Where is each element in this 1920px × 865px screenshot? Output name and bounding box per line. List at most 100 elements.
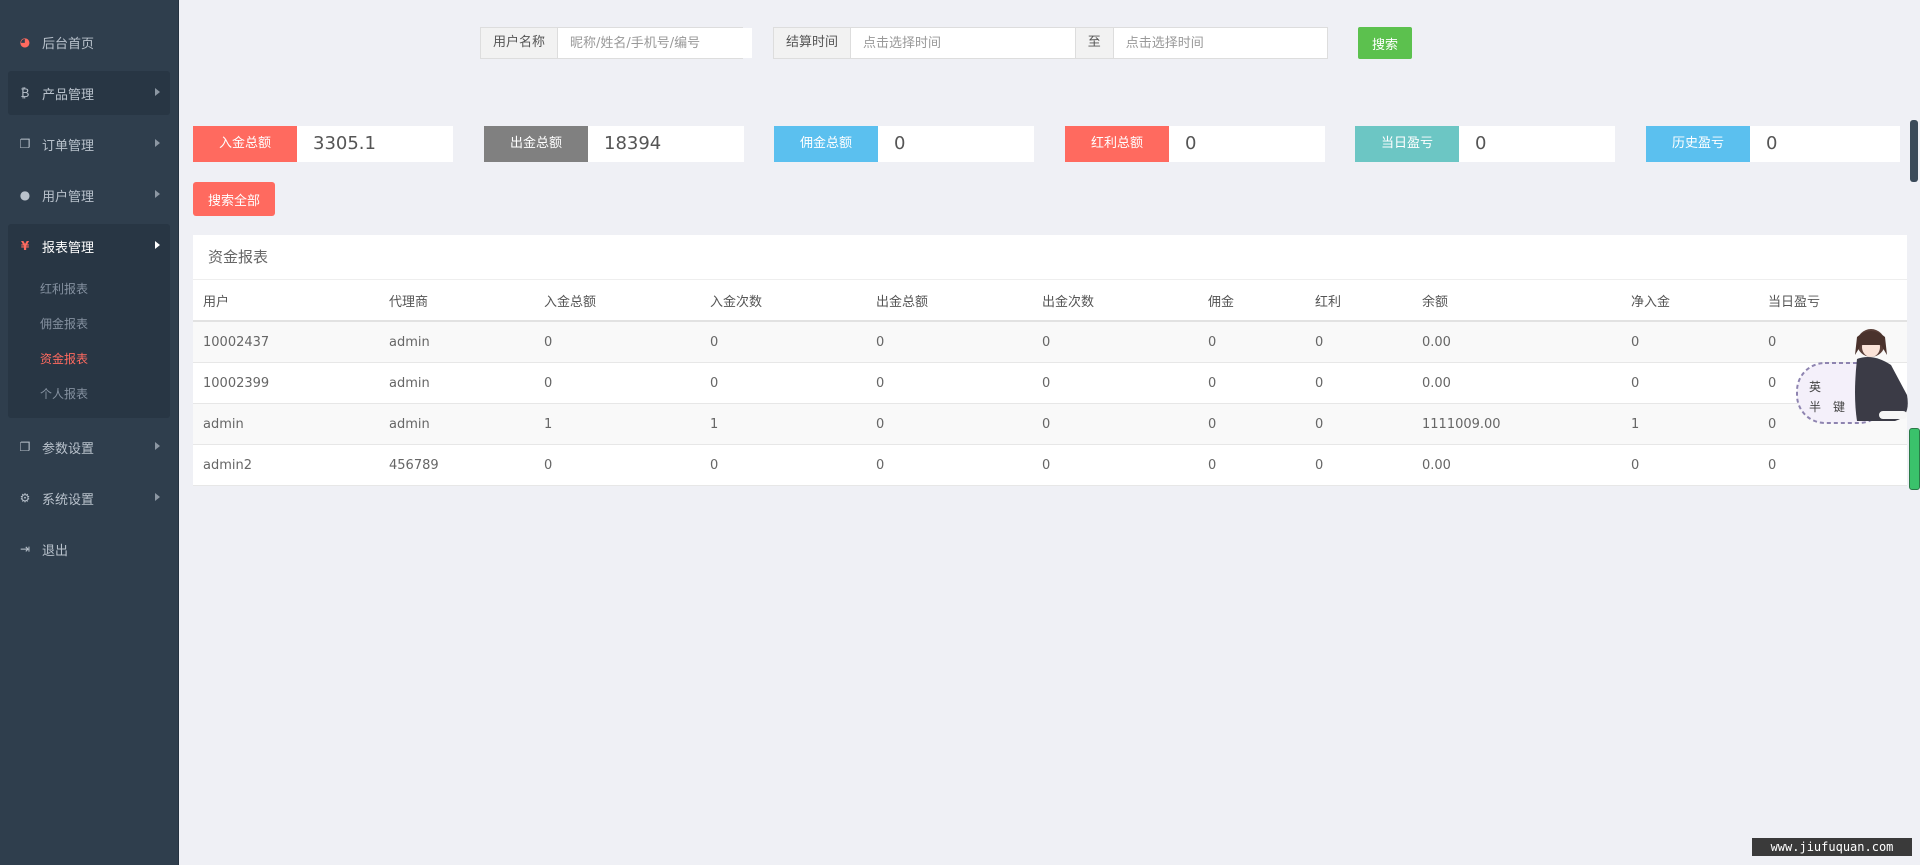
sidebar-item-logout[interactable]: ⇥ 退出 — [8, 527, 170, 571]
table-cell: 0 — [1305, 362, 1412, 404]
table-row: admin admin 1 1 0 0 0 0 1111009.00 1 0 — [193, 403, 1907, 445]
table-cell: 0 — [1305, 321, 1412, 363]
search-button[interactable]: 搜索 — [1358, 27, 1412, 59]
gears-icon: ⚙ — [19, 491, 31, 505]
table-cell: 0 — [866, 403, 1032, 445]
dashboard-icon: ◕ — [19, 35, 31, 49]
table-cell: 0.00 — [1412, 362, 1621, 404]
sidebar-item-users[interactable]: ● 用户管理 — [8, 173, 170, 217]
mascot-char: 半 — [1809, 400, 1821, 414]
table-cell: 1111009.00 — [1412, 403, 1621, 445]
search-all-button[interactable]: 搜索全部 — [193, 182, 275, 216]
column-header: 代理商 — [379, 280, 534, 322]
table-cell: 10002399 — [193, 362, 379, 404]
table-cell: 0 — [1758, 444, 1907, 486]
bitcoin-icon: ₿ — [20, 86, 30, 100]
table-row: 10002437 admin 0 0 0 0 0 0 0.00 0 0 — [193, 321, 1907, 363]
sidebar-item-label: 报表管理 — [42, 240, 95, 256]
username-label: 用户名称 — [481, 28, 559, 58]
table-cell: 0 — [1621, 362, 1758, 404]
column-header: 净入金 — [1621, 280, 1758, 322]
table-cell: 0 — [700, 321, 866, 363]
column-header: 余额 — [1412, 280, 1621, 322]
stat-commission-total: 佣金总额 0 — [774, 126, 1034, 162]
scroll-indicator[interactable] — [1909, 428, 1920, 490]
caret-right-icon — [155, 190, 160, 198]
caret-right-icon — [155, 442, 160, 450]
stat-value: 0 — [1169, 126, 1325, 162]
panel-title: 资金报表 — [193, 235, 1907, 280]
reports-submenu: 红利报表 佣金报表 资金报表 个人报表 — [8, 268, 170, 418]
stat-bonus-total: 红利总额 0 — [1065, 126, 1325, 162]
table-cell: 456789 — [379, 444, 534, 486]
table-cell: 1 — [1621, 403, 1758, 445]
to-label: 至 — [1074, 28, 1114, 58]
sidebar-item-label: 产品管理 — [42, 87, 95, 103]
table-cell: 10002437 — [193, 321, 379, 363]
scrollbar-handle[interactable] — [1910, 120, 1918, 182]
stat-value: 18394 — [588, 126, 744, 162]
sidebar-item-products[interactable]: ₿ 产品管理 — [8, 71, 170, 115]
table-cell: 0 — [1198, 362, 1305, 404]
table-cell: 0 — [866, 444, 1032, 486]
table-cell: 0 — [534, 444, 700, 486]
table-cell: 1 — [700, 403, 866, 445]
table-cell: 0.00 — [1412, 444, 1621, 486]
table-cell: 0 — [866, 362, 1032, 404]
caret-right-icon — [155, 241, 160, 249]
table-cell: 0 — [866, 321, 1032, 363]
sidebar-item-reports[interactable]: ¥ 报表管理 — [8, 224, 170, 268]
stat-label: 入金总额 — [193, 126, 297, 162]
sidebar-item-label: 系统设置 — [42, 492, 95, 508]
table-cell: 0 — [534, 321, 700, 363]
stat-deposit-total: 入金总额 3305.1 — [193, 126, 453, 162]
stat-value: 0 — [1459, 126, 1615, 162]
table-cell: 0 — [1621, 444, 1758, 486]
mascot-char: 键 — [1833, 400, 1845, 414]
sidebar-item-label: 用户管理 — [42, 189, 95, 205]
table-cell: 0 — [1305, 403, 1412, 445]
table-cell: admin — [379, 321, 534, 363]
sidebar-item-label: 参数设置 — [42, 441, 95, 457]
table-cell: 0 — [700, 362, 866, 404]
username-input[interactable] — [558, 28, 753, 58]
submenu-item-bonus-report[interactable]: 红利报表 — [8, 272, 170, 307]
stat-label: 出金总额 — [484, 126, 588, 162]
table-header-row: 用户 代理商 入金总额 入金次数 出金总额 出金次数 佣金 红利 余额 净入金 … — [193, 280, 1907, 322]
stat-history-pnl: 历史盈亏 0 — [1646, 126, 1900, 162]
stat-value: 0 — [878, 126, 1034, 162]
column-header: 入金总额 — [534, 280, 700, 322]
funds-report-panel: 资金报表 用户 代理商 入金总额 入金次数 出金总额 出金次数 佣金 红利 余额… — [193, 235, 1907, 486]
sidebar-item-home[interactable]: ◕ 后台首页 — [8, 20, 170, 64]
stat-daily-pnl: 当日盈亏 0 — [1355, 126, 1615, 162]
mascot-char: 英 — [1809, 380, 1821, 394]
table-cell: 0 — [534, 362, 700, 404]
sidebar-item-params[interactable]: ❐ 参数设置 — [8, 425, 170, 469]
time-end-input[interactable] — [1113, 28, 1327, 58]
settlement-time-label: 结算时间 — [774, 28, 852, 58]
column-header: 入金次数 — [700, 280, 866, 322]
column-header: 当日盈亏 — [1758, 280, 1907, 322]
table-cell: 0 — [1032, 362, 1198, 404]
user-icon: ● — [19, 188, 31, 202]
table-cell: 0 — [1305, 444, 1412, 486]
time-start-input[interactable] — [851, 28, 1075, 58]
table-row: admin2 456789 0 0 0 0 0 0 0.00 0 0 — [193, 444, 1907, 486]
stat-withdraw-total: 出金总额 18394 — [484, 126, 744, 162]
table-cell: admin — [193, 403, 379, 445]
table-cell: 0 — [1198, 444, 1305, 486]
column-header: 出金总额 — [866, 280, 1032, 322]
table-cell: 0 — [1621, 321, 1758, 363]
funds-report-table: 用户 代理商 入金总额 入金次数 出金总额 出金次数 佣金 红利 余额 净入金 … — [193, 280, 1907, 486]
caret-right-icon — [155, 88, 160, 96]
submenu-item-commission-report[interactable]: 佣金报表 — [8, 307, 170, 342]
submenu-item-funds-report[interactable]: 资金报表 — [8, 342, 170, 377]
table-cell: 0 — [1198, 403, 1305, 445]
sidebar-item-system[interactable]: ⚙ 系统设置 — [8, 476, 170, 520]
copy-icon: ❐ — [19, 440, 31, 454]
sidebar-item-label: 后台首页 — [42, 36, 95, 52]
table-cell: admin — [379, 362, 534, 404]
sidebar-item-orders[interactable]: ❐ 订单管理 — [8, 122, 170, 166]
sidebar: ◕ 后台首页 ₿ 产品管理 ❐ 订单管理 ● 用户管理 ¥ 报表管理 红利报表 … — [0, 0, 179, 865]
submenu-item-personal-report[interactable]: 个人报表 — [8, 377, 170, 412]
